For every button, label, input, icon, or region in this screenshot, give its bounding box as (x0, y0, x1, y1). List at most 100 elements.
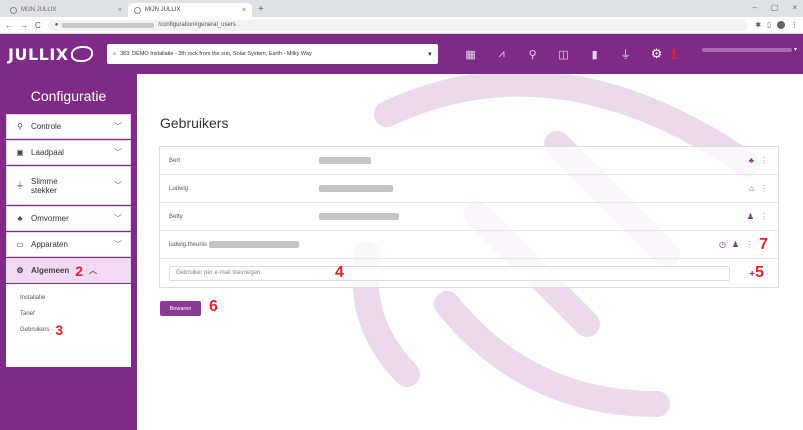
back-icon[interactable]: ← (5, 21, 13, 30)
annotation-3: 3 (55, 322, 64, 338)
profile-avatar[interactable] (777, 21, 785, 29)
sidebar-item-label: Slimme stekker (31, 176, 58, 195)
user-row: ludwig.theunis ◷ ♟ ⋮ 7 (160, 231, 778, 259)
user-name: Ludwig (169, 185, 189, 192)
chevron-up-icon: ︿ (89, 266, 98, 275)
url-blurred-host (62, 22, 155, 28)
submenu-item-tarief[interactable]: Tarief (20, 306, 117, 322)
close-tab-icon[interactable]: × (118, 7, 122, 14)
tab-title: MIJN JULLIX (21, 7, 57, 13)
user-name: Betty (169, 213, 183, 220)
annotation-2: 2 (75, 262, 84, 279)
minimize-icon[interactable]: – (752, 3, 756, 12)
address-bar: ← → C ● /configuration#general_users ✱ ▯… (0, 17, 803, 34)
plug-icon: ⏚ (16, 181, 24, 190)
logo-text: JULLIX (8, 44, 69, 64)
location-select[interactable]: ⌂ 383: DEMO Installatie - 3th rock from … (106, 44, 438, 64)
sidebar-submenu: Installatie Tarief Gebruikers 3 (6, 284, 131, 367)
sidebar-item-laadpaal[interactable]: ▣ Laadpaal ﹀ (6, 140, 131, 165)
owner-home-icon[interactable]: ⌂ (749, 184, 754, 193)
submenu-label: Gebruikers (20, 327, 50, 333)
annotation-7: 7 (759, 235, 768, 253)
url-field[interactable]: ● /configuration#general_users (47, 19, 749, 31)
annotation-4: 4 (335, 264, 344, 281)
new-tab-button[interactable]: + (252, 4, 270, 17)
search-icon[interactable]: ⚲ (526, 48, 540, 61)
user-email-blurred (209, 241, 300, 248)
sidebar-item-omvormer[interactable]: ♣ Omvormer ﹀ (6, 206, 131, 231)
save-button[interactable]: Bewaren (160, 301, 201, 316)
jullix-logo[interactable]: JULLIX (8, 45, 93, 64)
menu-icon[interactable]: ⋮ (791, 21, 798, 29)
user-menu[interactable]: ▾ (701, 46, 797, 53)
reload-icon[interactable]: C (35, 21, 41, 30)
annotation-1: 1 (669, 46, 678, 62)
home-icon: ⌂ (112, 51, 116, 57)
user-icon[interactable]: ♟ (732, 240, 739, 249)
favicon-icon (134, 6, 141, 14)
user-email-blurred (319, 157, 371, 164)
charger-icon: ▣ (16, 148, 24, 157)
plug-icon[interactable]: ⏚ (619, 46, 633, 62)
chart-icon[interactable]: ⩘ (495, 48, 509, 61)
appliance-icon: ▭ (16, 240, 24, 249)
user-name: ludwig.theunis (169, 241, 208, 248)
user-row: Bert ♣ ⋮ (160, 147, 778, 175)
forward-icon[interactable]: → (20, 21, 28, 30)
app-header: JULLIX ⌂ 383: DEMO Installatie - 3th roc… (0, 34, 803, 74)
add-user-email-input[interactable]: Gebruiker per e-mail toevoegen (169, 265, 730, 281)
annotation-6: 6 (209, 298, 218, 315)
sidebar-item-controle[interactable]: ⚲ Controle ﹀ (6, 114, 131, 139)
window-controls: – ▢ × (752, 3, 797, 12)
submenu-label: Tarief (20, 311, 35, 317)
sidebar-title: Configuratie (30, 88, 107, 104)
close-window-icon[interactable]: × (792, 3, 797, 12)
location-label: 383: DEMO Installatie - 3th rock from th… (119, 51, 312, 57)
browser-tab-active[interactable]: MIJN JULLIX × (128, 3, 252, 17)
url-path: /configuration#general_users (158, 22, 236, 28)
sidepanel-icon[interactable]: ▯ (767, 21, 771, 29)
sidebar-item-label: Apparaten (31, 240, 68, 249)
chevron-down-icon: ▾ (428, 51, 432, 58)
add-user-button[interactable]: +5 (749, 264, 764, 282)
pending-clock-icon[interactable]: ◷ (719, 240, 726, 249)
device-icon[interactable]: ▮ (588, 48, 602, 61)
lock-icon: ● (54, 22, 59, 28)
user-role-icon[interactable]: ♣ (749, 156, 754, 165)
user-name-blurred (701, 47, 792, 52)
battery-icon[interactable]: ◫ (557, 48, 571, 61)
user-icon[interactable]: ♟ (747, 212, 754, 221)
kebab-menu-icon[interactable]: ⋮ (745, 240, 753, 249)
submenu-item-gebruikers[interactable]: Gebruikers 3 (20, 322, 117, 338)
gear-icon[interactable]: ⚙ (650, 46, 664, 62)
page-title: Gebruikers (160, 115, 229, 131)
maximize-icon[interactable]: ▢ (771, 3, 779, 12)
sidebar-item-algemeen[interactable]: ⚙ Algemeen 2 ︿ (6, 258, 131, 283)
sidebar-item-slimme-stekker[interactable]: ⏚ Slimme stekker ﹀ (6, 166, 131, 205)
user-actions: ⌂ ⋮ (749, 184, 768, 193)
sidebar-item-label: Laadpaal (31, 148, 64, 157)
sidebar-item-apparaten[interactable]: ▭ Apparaten ﹀ (6, 232, 131, 257)
users-list: Bert ♣ ⋮ Ludwig ⌂ ⋮ Betty ♟ ⋮ ludwig.the… (159, 146, 779, 288)
browser-tab[interactable]: MIJN JULLIX × (4, 3, 128, 17)
user-actions: ◷ ♟ ⋮ 7 (719, 236, 768, 254)
submenu-label: Installatie (20, 295, 46, 301)
close-tab-icon[interactable]: × (242, 7, 246, 14)
header-nav: ▦ ⩘ ⚲ ◫ ▮ ⏚ ⚙ 1 (464, 46, 681, 62)
user-actions: ♣ ⋮ (749, 156, 768, 165)
submenu-item-installatie[interactable]: Installatie (20, 290, 117, 306)
browser-tabbar: MIJN JULLIX × MIJN JULLIX × + – ▢ × (0, 0, 803, 17)
sidebar: Configuratie ⚲ Controle ﹀ ▣ Laadpaal ﹀ ⏚… (0, 74, 137, 430)
kebab-menu-icon[interactable]: ⋮ (760, 212, 768, 221)
chevron-down-icon: ▾ (793, 47, 797, 53)
extension-icon[interactable]: ✱ (755, 21, 761, 29)
chevron-down-icon: ﹀ (114, 122, 122, 131)
logo-mark-icon (70, 46, 93, 62)
chevron-down-icon: ﹀ (114, 148, 122, 157)
kebab-menu-icon[interactable]: ⋮ (760, 184, 768, 193)
chevron-down-icon: ﹀ (114, 181, 122, 190)
dashboard-icon[interactable]: ▦ (464, 48, 478, 61)
kebab-menu-icon[interactable]: ⋮ (760, 156, 768, 165)
user-email-blurred (319, 185, 393, 192)
annotation-5: 5 (755, 264, 764, 281)
